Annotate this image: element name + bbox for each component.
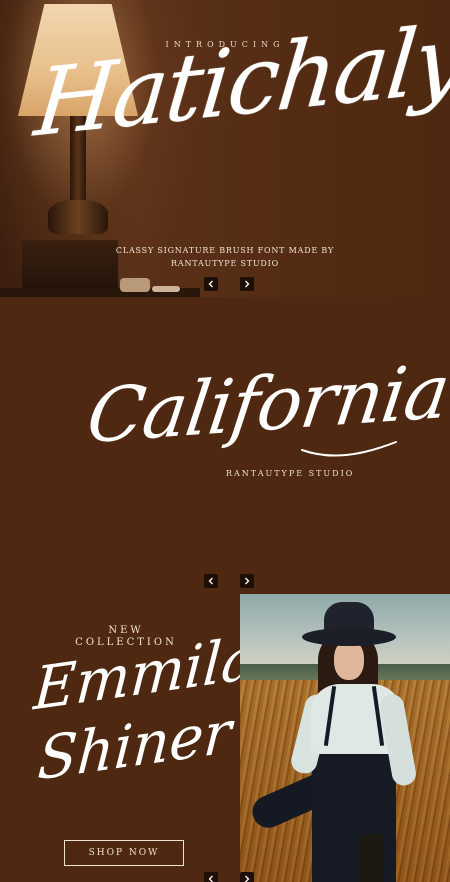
- chevron-left-icon: [208, 280, 213, 288]
- slide3-next-button[interactable]: [240, 872, 254, 882]
- chevron-right-icon: [245, 577, 250, 585]
- shop-now-button[interactable]: SHOP NOW: [64, 840, 184, 866]
- page: INTRODUCING Hatichaly CLASSY SIGNATURE B…: [0, 0, 450, 882]
- tagline-line-1: CLASSY SIGNATURE BRUSH FONT MADE BY: [115, 246, 335, 255]
- chevron-left-icon: [208, 875, 213, 882]
- slide3-prev-button[interactable]: [204, 872, 218, 882]
- slide2-prev-button[interactable]: [204, 574, 218, 588]
- chevron-left-icon: [208, 577, 213, 585]
- slide1-prev-button[interactable]: [204, 277, 218, 291]
- hero-slide-hatichaly: INTRODUCING Hatichaly CLASSY SIGNATURE B…: [0, 0, 450, 297]
- tagline-line-2: RANTAUTYPE STUDIO: [171, 259, 279, 268]
- lamp-foot-image: [48, 200, 108, 234]
- desk-cup-image: [120, 278, 150, 292]
- california-swash: [301, 441, 397, 457]
- photo-face: [334, 640, 364, 680]
- desk-dish-image: [152, 286, 180, 292]
- model-photo: [240, 594, 450, 882]
- chevron-right-icon: [245, 875, 250, 882]
- photo-boot: [360, 834, 384, 882]
- photo-hat-brim: [302, 628, 396, 646]
- california-studio-label: RANTAUTYPE STUDIO: [226, 469, 355, 478]
- slide2-next-button[interactable]: [240, 574, 254, 588]
- slide1-next-button[interactable]: [240, 277, 254, 291]
- chevron-right-icon: [245, 280, 250, 288]
